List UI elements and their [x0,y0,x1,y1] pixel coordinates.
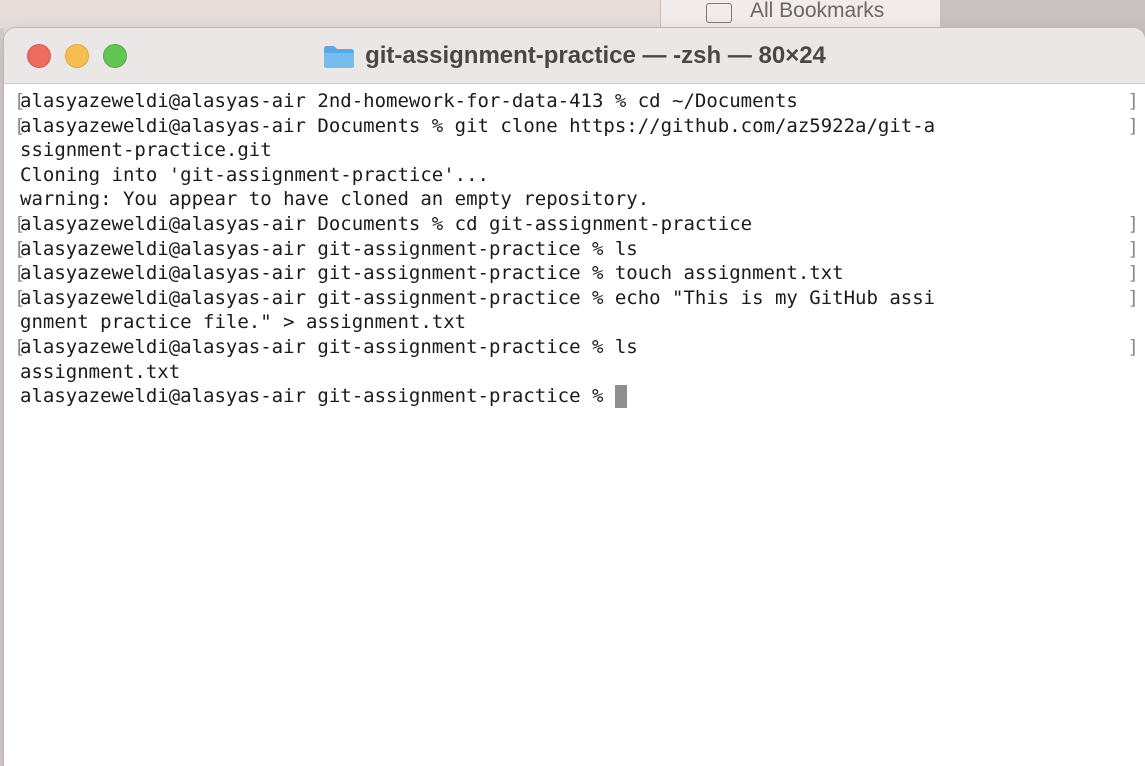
line-mark-left: [ [14,212,26,235]
line-text: alasyazeweldi@alasyas-air 2nd-homework-f… [20,90,798,112]
title-bar[interactable]: git-assignment-practice — -zsh — 80×24 [4,28,1145,84]
line-mark-right: ] [1127,335,1139,358]
line-text: alasyazeweldi@alasyas-air Documents % cd… [20,212,753,235]
zoom-button[interactable] [103,44,127,68]
line-text: alasyazeweldi@alasyas-air git-assignment… [20,237,638,260]
terminal-lines: [alasyazeweldi@alasyas-air 2nd-homework-… [14,89,1145,385]
line-mark-right: ] [1127,286,1139,309]
window-title: git-assignment-practice — -zsh — 80×24 [365,42,826,69]
minimize-button[interactable] [65,44,89,68]
line-mark-right: ] [1127,90,1139,112]
terminal-output[interactable]: [alasyazeweldi@alasyas-air 2nd-homework-… [14,89,1145,766]
line-mark-left: [ [14,286,26,309]
terminal-line: [alasyazeweldi@alasyas-air git-assignmen… [14,237,1145,262]
terminal-prompt-line[interactable]: alasyazeweldi@alasyas-air git-assignment… [20,384,1145,409]
terminal-line: warning: You appear to have cloned an em… [20,187,1145,212]
line-mark-right: ] [1127,212,1139,235]
terminal-line: [alasyazeweldi@alasyas-air 2nd-homework-… [14,89,1145,114]
terminal-line: [alasyazeweldi@alasyas-air git-assignmen… [14,261,1145,286]
line-mark-left: [ [14,237,26,260]
terminal-line: ssignment-practice.git [20,138,1145,163]
close-button[interactable] [27,44,51,68]
text-cursor [614,385,627,409]
line-text: assignment.txt [20,360,181,383]
terminal-line: [alasyazeweldi@alasyas-air git-assignmen… [14,286,1145,311]
line-text: gnment practice file." > assignment.txt [20,311,467,334]
all-bookmarks-label[interactable]: All Bookmarks [750,0,884,22]
line-mark-left: [ [14,114,26,137]
terminal-line: [alasyazeweldi@alasyas-air Documents % c… [14,212,1145,237]
line-mark-right: ] [1127,114,1139,137]
prompt-text: alasyazeweldi@alasyas-air git-assignment… [20,385,615,408]
line-mark-right: ] [1127,262,1139,285]
folder-icon [323,45,355,69]
line-text: alasyazeweldi@alasyas-air git-assignment… [20,286,936,309]
terminal-line: Cloning into 'git-assignment-practice'..… [20,163,1145,188]
title-group: git-assignment-practice — -zsh — 80×24 [323,28,826,84]
line-mark-left: [ [14,335,26,358]
terminal-line: assignment.txt [20,360,1145,385]
terminal-line: [alasyazeweldi@alasyas-air Documents % g… [14,114,1145,139]
line-mark-left: [ [14,262,26,285]
title-container: git-assignment-practice — -zsh — 80×24 [4,28,1145,84]
terminal-window[interactable]: git-assignment-practice — -zsh — 80×24 [… [4,28,1145,766]
line-text: alasyazeweldi@alasyas-air git-assignment… [20,262,844,285]
line-text: warning: You appear to have cloned an em… [20,188,650,211]
line-text: Cloning into 'git-assignment-practice'..… [20,163,489,186]
line-mark-right: ] [1127,237,1139,260]
bookmark-checkbox[interactable] [706,3,732,23]
line-text: alasyazeweldi@alasyas-air git-assignment… [20,335,638,358]
terminal-line: [alasyazeweldi@alasyas-air git-assignmen… [14,335,1145,360]
line-mark-left: [ [14,90,26,112]
terminal-line: gnment practice file." > assignment.txt [20,310,1145,335]
line-text: alasyazeweldi@alasyas-air Documents % gi… [20,114,936,137]
line-text: ssignment-practice.git [20,139,272,162]
